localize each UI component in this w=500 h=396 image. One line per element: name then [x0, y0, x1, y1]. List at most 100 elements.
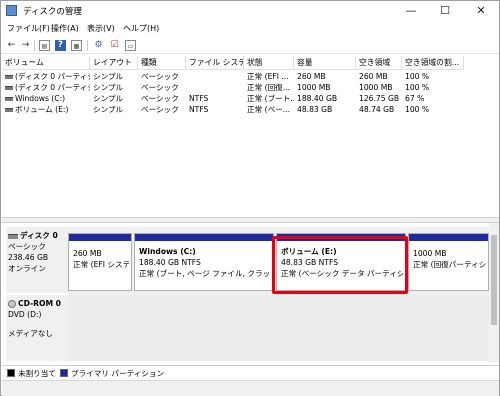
- column-header-capacity[interactable]: 容量: [294, 56, 356, 70]
- partition-size: 1000 MB: [413, 249, 447, 258]
- cell-free-space: 1000 MB: [359, 83, 393, 92]
- cell-filesystem: NTFS: [189, 105, 209, 114]
- menu-action[interactable]: 操作(A): [51, 23, 79, 34]
- volume-list: ボリューム レイアウト 種類 ファイル システム 状態 容量 空き領域 空き領域…: [2, 56, 499, 216]
- volume-icon: [5, 75, 13, 79]
- view-icon[interactable]: ▦: [71, 40, 82, 51]
- partition-windows-c[interactable]: Windows (C:) 188.40 GB NTFS 正常 (ブート, ページ…: [134, 233, 274, 291]
- column-header-layout[interactable]: レイアウト: [90, 56, 138, 70]
- cdrom-0-name: CD-ROM 0: [18, 299, 61, 308]
- disk-0-status: オンライン: [8, 264, 46, 273]
- cell-free-space: 260 MB: [359, 72, 388, 81]
- partition-status: 正常 (ブート, ページ ファイル, クラッシュ ダンプ: [139, 269, 271, 278]
- cell-free-percent: 67 %: [405, 94, 425, 103]
- toolbar: ← → ▤ ? ▦ ⚙ ☑ ▭: [1, 37, 499, 54]
- cd-drive-icon: [8, 300, 16, 308]
- disk-0-type: ベーシック: [8, 242, 46, 251]
- column-header-filesystem[interactable]: ファイル システム: [186, 56, 244, 70]
- column-header-free-space[interactable]: 空き領域: [356, 56, 402, 70]
- partition-name: Windows (C:): [139, 247, 196, 256]
- cell-layout: シンプル: [93, 94, 124, 103]
- settings-icon[interactable]: ⚙: [93, 40, 104, 51]
- partition-size: 188.40 GB NTFS: [139, 258, 201, 267]
- cell-status: 正常 (ブート...: [247, 94, 294, 103]
- cdrom-0-status: メディアなし: [8, 329, 54, 338]
- properties-icon[interactable]: ▭: [125, 40, 136, 51]
- partition-recovery[interactable]: 1000 MB 正常 (回復パーティション): [408, 233, 489, 291]
- cell-filesystem: NTFS: [189, 94, 209, 103]
- cell-filesystem: [186, 82, 244, 93]
- volume-icon: [5, 97, 13, 101]
- menu-file[interactable]: ファイル(F): [7, 23, 50, 34]
- legend: 未割り当て プライマリ パーティション: [2, 365, 499, 379]
- partition-size: 260 MB: [73, 249, 102, 258]
- disk-0-partitions: 260 MB 正常 (EFI システム Windows (C:) 188.40 …: [68, 227, 489, 295]
- status-bar: [2, 380, 499, 396]
- cdrom-0-area: [68, 295, 489, 361]
- toolbar-separator: [34, 40, 35, 51]
- menu-bar: ファイル(F) 操作(A) 表示(V) ヘルプ(H): [1, 21, 499, 37]
- cell-free-space: 48.74 GB: [359, 105, 395, 114]
- cell-type: ベーシック: [141, 72, 179, 81]
- check-icon[interactable]: ☑: [109, 40, 120, 51]
- legend-unallocated: 未割り当て: [18, 369, 56, 378]
- cell-type: ベーシック: [141, 105, 179, 114]
- cell-volume: Windows (C:): [2, 93, 90, 104]
- menu-view[interactable]: 表示(V): [87, 23, 115, 34]
- cell-capacity: 188.40 GB: [297, 94, 338, 103]
- disk-list-icon[interactable]: ▤: [39, 40, 50, 51]
- partition-status: 正常 (回復パーティション): [413, 260, 486, 269]
- cell-layout: シンプル: [93, 83, 124, 92]
- back-icon[interactable]: ←: [6, 40, 17, 51]
- cell-volume: (ディスク 0 パーティシ...: [2, 82, 90, 93]
- cell-type: ベーシック: [141, 94, 179, 103]
- minimize-button[interactable]: —: [397, 3, 425, 19]
- disk-management-app-icon: [6, 5, 17, 16]
- primary-partition-swatch: [60, 369, 68, 377]
- disk-0-name: ディスク 0: [20, 231, 58, 240]
- volume-icon: [5, 108, 13, 112]
- toolbar-separator: [87, 40, 88, 51]
- cell-status: 正常 (EFI ...: [247, 72, 289, 81]
- volume-icon: [5, 86, 13, 90]
- close-button[interactable]: ✕: [467, 3, 495, 19]
- partition-volume-e[interactable]: ボリューム (E:) 48.83 GB NTFS 正常 (ベーシック データ パ…: [276, 233, 406, 291]
- cell-layout: シンプル: [93, 105, 124, 114]
- cell-free-percent: 100 %: [405, 72, 430, 81]
- maximize-button[interactable]: ☐: [431, 3, 459, 19]
- cell-volume: ボリューム (E:): [2, 104, 90, 115]
- scrollbar-thumb[interactable]: [491, 235, 497, 325]
- cell-volume: (ディスク 0 パーティシ...: [2, 71, 90, 82]
- partition-status: 正常 (EFI システム: [73, 260, 129, 269]
- primary-partition-bar: [409, 234, 488, 241]
- cell-filesystem: [186, 71, 244, 82]
- disk-icon: [8, 233, 18, 239]
- cell-free-percent: 100 %: [405, 83, 430, 92]
- legend-primary-partition: プライマリ パーティション: [71, 369, 165, 378]
- unallocated-swatch: [7, 369, 15, 377]
- help-icon[interactable]: ?: [55, 40, 66, 51]
- column-header-type[interactable]: 種類: [138, 56, 186, 70]
- primary-partition-bar: [69, 234, 131, 241]
- menu-help[interactable]: ヘルプ(H): [123, 23, 159, 34]
- disk-graph-pane: ディスク 0 ベーシック 238.46 GB オンライン 260 MB 正常 (…: [2, 223, 499, 363]
- cell-capacity: 48.83 GB: [297, 105, 333, 114]
- forward-icon[interactable]: →: [20, 40, 31, 51]
- partition-size: 48.83 GB NTFS: [281, 258, 339, 267]
- partition-efi[interactable]: 260 MB 正常 (EFI システム: [68, 233, 132, 291]
- vertical-scrollbar[interactable]: [489, 223, 499, 363]
- column-header-status[interactable]: 状態: [244, 56, 294, 70]
- column-header-volume[interactable]: ボリューム: [2, 56, 90, 70]
- cell-capacity: 1000 MB: [297, 83, 331, 92]
- primary-partition-bar: [135, 234, 273, 241]
- column-header-free-percent[interactable]: 空き領域の割...: [402, 56, 464, 70]
- window-title: ディスクの管理: [23, 7, 82, 17]
- disk-management-window: ディスクの管理 — ☐ ✕ ファイル(F) 操作(A) 表示(V) ヘルプ(H)…: [0, 0, 500, 396]
- cell-free-percent: 100 %: [405, 105, 430, 114]
- title-bar: ディスクの管理 — ☐ ✕: [1, 1, 499, 21]
- cdrom-0-label[interactable]: CD-ROM 0 DVD (D:) メディアなし: [6, 295, 68, 361]
- cdrom-0-type: DVD (D:): [8, 310, 42, 319]
- disk-0-label[interactable]: ディスク 0 ベーシック 238.46 GB オンライン: [6, 227, 68, 293]
- cell-status: 正常 (ベー...: [247, 105, 290, 114]
- cell-capacity: 260 MB: [297, 72, 326, 81]
